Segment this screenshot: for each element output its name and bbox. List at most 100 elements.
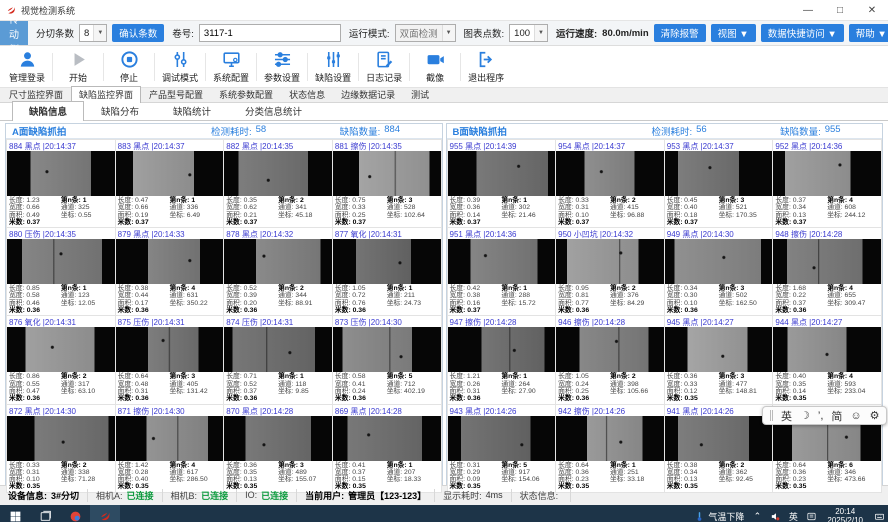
info-coord: 坐标: 21.46 xyxy=(501,212,553,219)
run-mode-select[interactable]: 双面检测 ▼ xyxy=(395,24,456,42)
action-play[interactable]: 开始 xyxy=(53,49,103,84)
defect-cell[interactable]: 884 黑点 |20:14:37长度: 1.23宽度: 0.66面积: 0.49… xyxy=(7,140,115,227)
action-debug-sliders[interactable]: 调试模式 xyxy=(155,49,205,84)
ime-settings[interactable]: ⚙ xyxy=(870,409,880,422)
defect-cell[interactable]: 950 小凹坑 |20:14:32长度: 0.95宽度: 0.81面积: 0.7… xyxy=(556,228,664,315)
defect-cell[interactable]: 945 黑点 |20:14:27长度: 0.36宽度: 0.33面积: 0.12… xyxy=(665,316,773,403)
touch-keyboard-icon[interactable] xyxy=(870,505,888,522)
action-params-sliders[interactable]: 参数设置 xyxy=(257,49,307,84)
defect-cell[interactable]: 869 黑点 |20:14:28长度: 0.41宽度: 0.37面积: 0.15… xyxy=(333,405,441,492)
defect-cell[interactable]: 871 擦伤 |20:14:30长度: 1.42宽度: 0.28面积: 0.40… xyxy=(116,405,224,492)
volume-icon[interactable] xyxy=(766,505,784,522)
minimize-button[interactable]: — xyxy=(792,0,824,20)
defect-cell[interactable]: 942 擦伤 |20:14:26长度: 0.64宽度: 0.36面积: 0.23… xyxy=(556,405,664,492)
info-channel: 通道: 336 xyxy=(169,204,221,211)
ime-emoji[interactable]: ☺ xyxy=(850,410,861,422)
close-button[interactable]: ✕ xyxy=(856,0,888,20)
defect-cell[interactable]: 954 黑点 |20:14:37长度: 0.33宽度: 0.31面积: 0.10… xyxy=(556,140,664,227)
confirm-slit-button[interactable]: 确认条数 xyxy=(112,24,164,42)
defect-cell[interactable]: 883 黑点 |20:14:37长度: 0.47宽度: 0.66面积: 0.19… xyxy=(116,140,224,227)
ime-grip-handle[interactable] xyxy=(770,410,773,421)
ime-lang-en[interactable]: 英 xyxy=(781,408,792,424)
taskbar-app-icon[interactable] xyxy=(60,505,90,522)
defect-cell[interactable]: 870 黑点 |20:14:28长度: 0.36宽度: 0.35面积: 0.13… xyxy=(224,405,332,492)
roll-number-input[interactable] xyxy=(199,24,341,42)
action-exit[interactable]: 退出程序 xyxy=(461,49,511,84)
subtab-缺陷信息[interactable]: 缺陷信息 xyxy=(12,101,84,121)
defect-info-left: 长度: 1.42宽度: 0.28面积: 0.40米数: 0.35 xyxy=(118,462,170,491)
ime-night-mode[interactable]: ☽ xyxy=(800,409,810,422)
subtab-缺陷分布[interactable]: 缺陷分布 xyxy=(84,101,156,120)
ime-punctuation[interactable]: ’, xyxy=(818,410,824,422)
data-quick-access-button[interactable]: 数据快捷访问 ▼ xyxy=(761,24,844,42)
info-channel: 通道: 502 xyxy=(719,292,771,299)
ime-tray-icon[interactable] xyxy=(802,505,820,522)
defect-cell[interactable]: 953 黑点 |20:14:37长度: 0.45宽度: 0.40面积: 0.18… xyxy=(665,140,773,227)
action-log[interactable]: 日志记录 xyxy=(359,49,409,84)
info-coord: 坐标: 286.50 xyxy=(169,476,221,483)
defect-info-left: 长度: 0.64宽度: 0.36面积: 0.23米数: 0.35 xyxy=(558,462,610,491)
slit-count-select[interactable]: 8 ▼ xyxy=(79,24,107,42)
weather-widget[interactable]: 气温下降 xyxy=(690,505,748,522)
tab-产品型号配置[interactable]: 产品型号配置 xyxy=(141,86,211,102)
task-view-icon[interactable] xyxy=(30,505,60,522)
defect-cell[interactable]: 874 压伤 |20:14:31长度: 0.71宽度: 0.52面积: 0.37… xyxy=(224,316,332,403)
defect-cell[interactable]: 943 黑点 |20:14:26长度: 0.31宽度: 0.29面积: 0.09… xyxy=(448,405,556,492)
info-meters: 米数: 0.36 xyxy=(226,307,278,314)
subtab-分类信息统计[interactable]: 分类信息统计 xyxy=(228,101,319,120)
defect-cell[interactable]: 878 黑点 |20:14:32长度: 0.52宽度: 0.39面积: 0.20… xyxy=(224,228,332,315)
defect-cell[interactable]: 952 黑点 |20:14:36长度: 0.37宽度: 0.34面积: 0.13… xyxy=(773,140,881,227)
action-monitor[interactable]: 系统配置 xyxy=(206,49,256,84)
info-channel: 通道: 405 xyxy=(169,381,221,388)
defect-cell[interactable]: 951 黑点 |20:14:36长度: 0.42宽度: 0.38面积: 0.16… xyxy=(448,228,556,315)
tab-状态信息[interactable]: 状态信息 xyxy=(281,86,333,102)
defect-info: 长度: 0.41宽度: 0.37面积: 0.15米数: 0.35第n条: 1通道… xyxy=(333,461,441,492)
view-menu-button[interactable]: 视图 ▼ xyxy=(711,24,756,42)
tray-expand-icon[interactable]: ⌃ xyxy=(748,505,766,522)
info-width: 宽度: 0.33 xyxy=(335,204,387,211)
info-strip: 第n条: 5 xyxy=(387,373,439,380)
defect-cell[interactable]: 875 压伤 |20:14:31长度: 0.64宽度: 0.48面积: 0.31… xyxy=(116,316,224,403)
info-width: 宽度: 0.41 xyxy=(335,381,387,388)
tray-language-indicator[interactable]: 英 xyxy=(784,505,802,522)
clear-alarm-button[interactable]: 清除报警 xyxy=(654,24,706,42)
maximize-button[interactable]: □ xyxy=(824,0,856,20)
defect-cell[interactable]: 872 黑点 |20:14:30长度: 0.33宽度: 0.31面积: 0.10… xyxy=(7,405,115,492)
defect-cell[interactable]: 881 擦伤 |20:14:35长度: 0.75宽度: 0.33面积: 0.25… xyxy=(333,140,441,227)
action-stop[interactable]: 停止 xyxy=(104,49,154,84)
help-menu-button[interactable]: 帮助 ▼ xyxy=(849,24,888,42)
defect-image xyxy=(665,151,773,196)
defect-cell[interactable]: 882 黑点 |20:14:35长度: 0.35宽度: 0.62面积: 0.21… xyxy=(224,140,332,227)
subtab-缺陷统计[interactable]: 缺陷统计 xyxy=(156,101,228,120)
defect-cell[interactable]: 946 擦伤 |20:14:28长度: 1.05宽度: 0.24面积: 0.25… xyxy=(556,316,664,403)
info-coord: 坐标: 63.10 xyxy=(61,388,113,395)
defect-image xyxy=(333,151,441,196)
defect-cell[interactable]: 948 擦伤 |20:14:28长度: 1.68宽度: 0.22面积: 0.37… xyxy=(773,228,881,315)
tab-尺寸监控界面[interactable]: 尺寸监控界面 xyxy=(1,86,71,102)
defect-cell[interactable]: 880 压伤 |20:14:35长度: 0.85宽度: 0.58面积: 0.46… xyxy=(7,228,115,315)
defect-info-left: 长度: 0.39宽度: 0.36面积: 0.14米数: 0.37 xyxy=(450,197,502,226)
info-area: 面积: 0.13 xyxy=(775,212,827,219)
action-defect-sliders[interactable]: 缺陷设置 xyxy=(308,49,358,84)
chart-points-select[interactable]: 100 ▼ xyxy=(509,24,548,42)
taskbar-clock[interactable]: 20:14 2025/2/10 xyxy=(820,507,870,522)
action-camera[interactable]: 截像 xyxy=(410,49,460,84)
defect-cell[interactable]: 944 黑点 |20:14:27长度: 0.40宽度: 0.35面积: 0.14… xyxy=(773,316,881,403)
tab-测试[interactable]: 测试 xyxy=(403,86,437,102)
defect-image xyxy=(773,239,881,284)
defect-cell[interactable]: 873 压伤 |20:14:30长度: 0.58宽度: 0.41面积: 0.24… xyxy=(333,316,441,403)
action-user[interactable]: 管理登录 xyxy=(2,49,52,84)
taskbar-vision-app-icon[interactable] xyxy=(90,505,120,522)
defect-cell[interactable]: 876 氧化 |20:14:31长度: 0.86宽度: 0.55面积: 0.47… xyxy=(7,316,115,403)
tab-边缘数据记录[interactable]: 边缘数据记录 xyxy=(333,86,403,102)
defect-cell[interactable]: 949 黑点 |20:14:30长度: 0.34宽度: 0.30面积: 0.10… xyxy=(665,228,773,315)
defect-cell[interactable]: 941 黑点 |20:14:26长度: 0.38宽度: 0.34面积: 0.13… xyxy=(665,405,773,492)
info-meters: 米数: 0.35 xyxy=(775,395,827,402)
start-button[interactable] xyxy=(0,505,30,522)
defect-cell[interactable]: 877 氧化 |20:14:31长度: 1.05宽度: 0.72面积: 0.76… xyxy=(333,228,441,315)
tab-系统参数配置[interactable]: 系统参数配置 xyxy=(211,86,281,102)
defect-cell[interactable]: 947 擦伤 |20:14:28长度: 1.21宽度: 0.26面积: 0.31… xyxy=(448,316,556,403)
defect-cell[interactable]: 879 黑点 |20:14:33长度: 0.38宽度: 0.44面积: 0.17… xyxy=(116,228,224,315)
ime-simplified[interactable]: 简 xyxy=(831,408,842,424)
defect-cell[interactable]: 955 黑点 |20:14:39长度: 0.39宽度: 0.36面积: 0.14… xyxy=(448,140,556,227)
